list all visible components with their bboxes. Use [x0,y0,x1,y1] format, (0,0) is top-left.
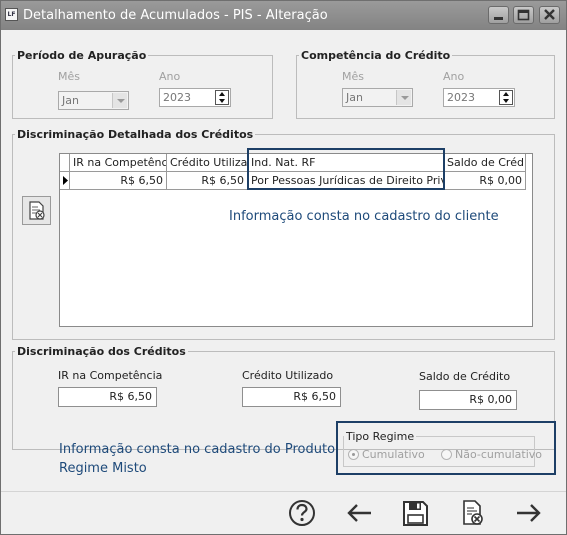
periodo-mes-label: Mês [58,70,80,83]
competencia-credito-legend: Competência do Crédito [301,49,451,62]
competencia-mes-select[interactable]: Jan [342,88,413,107]
competencia-ano-spinner[interactable]: 2023 [443,88,515,107]
forward-button[interactable] [513,498,545,528]
discriminacao-creditos-legend: Discriminação dos Créditos [17,345,186,358]
delete-row-button[interactable] [22,196,51,225]
chevron-down-icon[interactable] [112,93,127,108]
save-button[interactable] [399,498,431,528]
spin-buttons[interactable] [499,90,513,105]
periodo-ano-value: 2023 [163,91,191,104]
back-button[interactable] [343,498,375,528]
credito-utilizado-field[interactable]: R$ 6,50 [242,387,341,407]
periodo-ano-spinner[interactable]: 2023 [159,88,231,107]
dialog-window: LF Detalhamento de Acumulados - PIS - Al… [0,0,567,535]
nao-cumulativo-label: Não-cumulativo [455,448,542,461]
delete-document-icon [29,201,45,220]
periodo-ano-label: Ano [159,70,181,83]
window-title: Detalhamento de Acumulados - PIS - Alter… [23,8,328,23]
close-button[interactable] [539,6,560,24]
nao-cumulativo-radio[interactable]: Não-cumulativo [441,448,542,461]
minimize-icon [494,17,503,20]
table-cell[interactable]: R$ 6,50 [167,172,248,190]
back-arrow-icon [347,504,371,522]
competencia-ano-label: Ano [443,70,465,83]
tipo-regime-legend: Tipo Regime [346,430,415,443]
grid-header-credito-utilizado[interactable]: Crédito Utilizado [167,154,248,172]
app-icon: LF [5,8,18,21]
periodo-apuracao-legend: Período de Apuração [17,49,147,62]
table-cell[interactable]: R$ 0,00 [444,172,526,190]
maximize-button[interactable] [513,6,534,24]
produto-note-line1: Informação consta no cadastro do Produto [59,442,336,457]
competencia-credito-group: Competência do Crédito [296,49,555,119]
ir-competencia-field[interactable]: R$ 6,50 [58,387,157,407]
close-icon [544,9,555,20]
competencia-ano-value: 2023 [447,91,475,104]
row-pointer-icon [63,176,68,185]
chevron-down-icon[interactable] [396,90,411,105]
grid-header-ir[interactable]: IR na Competência [70,154,167,172]
competencia-mes-label: Mês [342,70,364,83]
delete-button[interactable] [456,498,488,528]
grid-corner [60,154,70,172]
help-button[interactable] [286,498,318,528]
dialog-content: Período de Apuração Mês Jan Ano 2023 Com… [1,30,566,491]
spin-buttons[interactable] [215,90,229,105]
delete-document-icon [463,500,483,525]
credito-utilizado-label: Crédito Utilizado [242,369,334,382]
help-icon [289,500,315,526]
table-cell[interactable]: R$ 6,50 [70,172,167,190]
radio-selected-icon[interactable] [348,449,359,460]
periodo-mes-value: Jan [62,94,79,107]
forward-arrow-icon [517,504,541,522]
title-bar[interactable]: LF Detalhamento de Acumulados - PIS - Al… [1,1,566,30]
maximize-icon [517,9,530,21]
row-indicator[interactable] [60,172,70,190]
grid-header-saldo[interactable]: Saldo de Crédito [444,154,526,172]
cumulativo-radio[interactable]: Cumulativo [348,448,425,461]
save-icon [403,501,428,526]
cliente-note: Informação consta no cadastro do cliente [229,209,499,224]
footer-toolbar [1,491,566,534]
saldo-credito-label: Saldo de Crédito [419,370,511,383]
periodo-apuracao-group: Período de Apuração [12,49,273,119]
saldo-credito-field[interactable]: R$ 0,00 [419,390,517,410]
cumulativo-label: Cumulativo [362,448,425,461]
minimize-button[interactable] [488,6,509,24]
produto-note-line2: Regime Misto [59,461,147,476]
ind-nat-rf-highlight [247,148,445,190]
competencia-mes-value: Jan [346,91,363,104]
periodo-mes-select[interactable]: Jan [58,91,129,110]
radio-unselected-icon[interactable] [441,449,452,460]
ir-competencia-label: IR na Competência [58,369,163,382]
detalhada-creditos-legend: Discriminação Detalhada dos Créditos [17,128,254,141]
